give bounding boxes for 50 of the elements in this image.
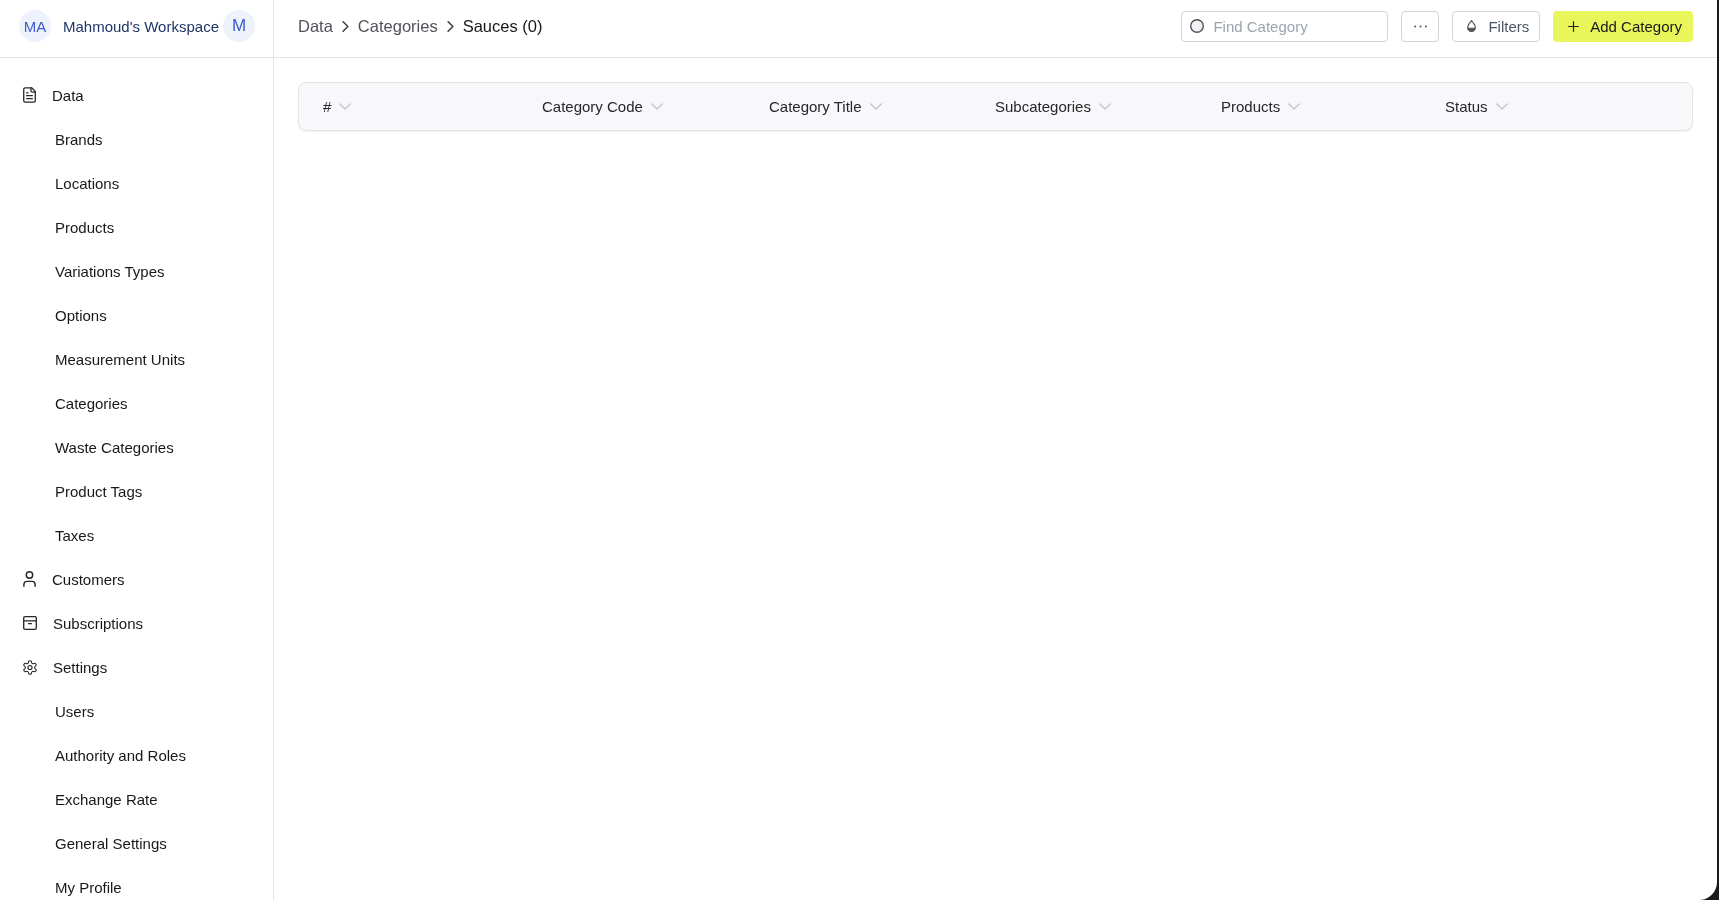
sidebar-subitem[interactable]: Users [55,699,95,723]
sidebar-subitem[interactable]: Exchange Rate [55,787,158,811]
sidebar-subitem[interactable]: Categories [55,391,128,415]
breadcrumb-link[interactable]: Categories [357,16,438,36]
sidebar-subitem[interactable]: General Settings [55,831,167,855]
sidebar-item[interactable]: Data [23,83,84,107]
chevron-down-icon [1495,103,1508,110]
sidebar-item[interactable]: Subscriptions [23,611,144,635]
sidebar-subitem[interactable]: Taxes [55,523,95,547]
chevron-down-icon [339,103,352,110]
chevron-down-icon [869,103,882,110]
sidebar-subitem[interactable]: Authority and Roles [55,743,186,767]
sidebar-subitem[interactable]: Measurement Units [55,347,186,371]
workspace-name[interactable]: Mahmoud's Workspace [63,17,219,35]
user-avatar[interactable]: M [223,10,255,42]
drop-icon [1467,20,1477,32]
column-header[interactable]: Status [1445,98,1508,115]
person-icon [23,571,36,587]
sidebar-subitem[interactable]: Variations Types [55,259,165,283]
column-header[interactable]: Category Code [542,98,663,115]
sidebar-subitem[interactable]: Products [55,215,115,239]
search-field[interactable]: Find Category [1181,10,1389,42]
chevron-right-icon [446,20,454,32]
breadcrumb-link[interactable]: Data [298,16,333,36]
sidebar-subitem[interactable]: My Profile [55,875,122,899]
box-icon [23,616,37,630]
sidebar-item[interactable]: Customers [23,567,125,591]
sidebar-item[interactable]: Settings [23,655,108,679]
column-header[interactable]: # [323,98,352,115]
chevron-right-icon [341,20,349,32]
chevron-down-icon [1098,103,1111,110]
breadcrumb-current: Sauces (0) [462,16,543,36]
document-icon [23,87,36,103]
sidebar-subitem[interactable]: Brands [55,127,103,151]
sidebar-subitem[interactable]: Options [55,303,107,327]
column-header[interactable]: Products [1221,98,1301,115]
sidebar-subitem[interactable]: Locations [55,171,120,195]
chevron-down-icon [650,103,663,110]
add-category-button[interactable]: Add Category [1553,10,1693,42]
gear-icon [23,659,37,675]
sidebar-subitem[interactable]: Product Tags [55,479,143,503]
workspace-avatar: MA [19,10,51,42]
filters-button[interactable]: Filters [1452,10,1541,42]
sidebar-subitem[interactable]: Waste Categories [55,435,174,459]
chevron-down-icon [1288,103,1301,110]
ellipsis-icon [1413,24,1427,28]
column-header[interactable]: Subcategories [995,98,1111,115]
plus-icon [1568,20,1580,32]
more-button[interactable] [1401,10,1440,42]
column-header[interactable]: Category Title [769,98,882,115]
